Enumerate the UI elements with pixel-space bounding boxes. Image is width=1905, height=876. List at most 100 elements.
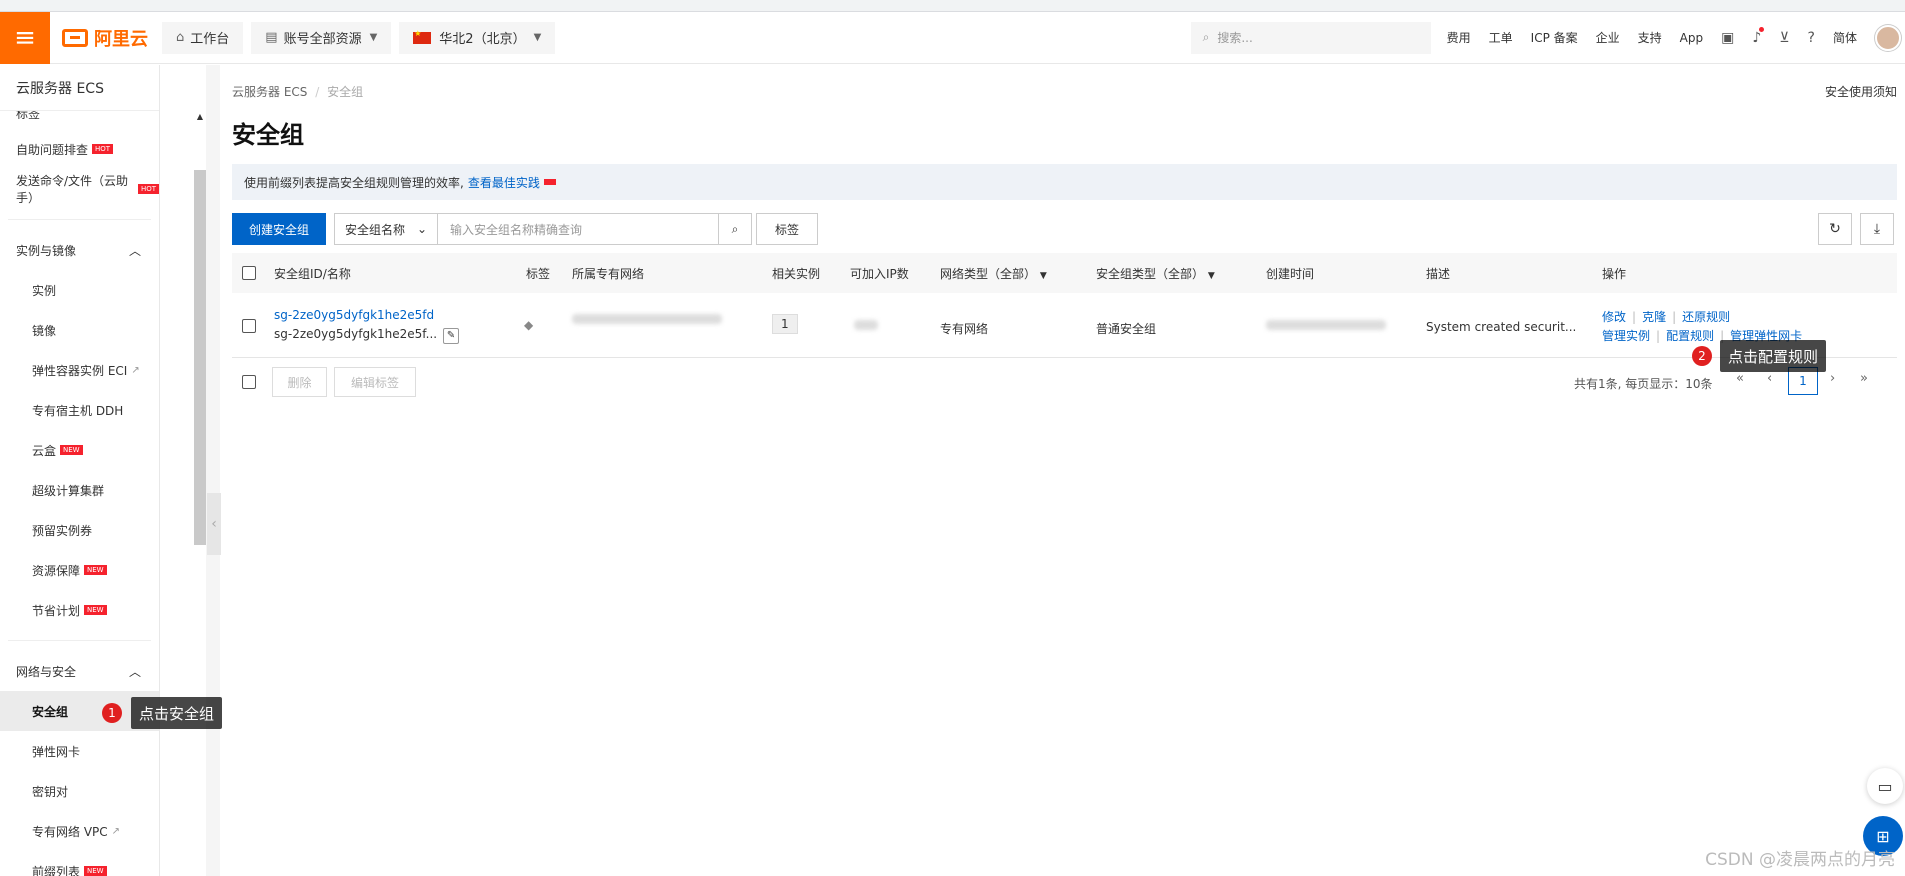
network-type-value: 专有网络	[940, 322, 989, 336]
create-security-group-button[interactable]: 创建安全组	[232, 213, 326, 245]
top-link-enterprise[interactable]: 企业	[1596, 29, 1620, 46]
last-page-icon[interactable]: »	[1860, 371, 1868, 386]
sidebar-item-ddh[interactable]: 专有宿主机 DDH	[0, 390, 159, 430]
global-search-input[interactable]: ⌕ 搜索...	[1190, 21, 1431, 54]
security-group-search-input[interactable]: 输入安全组名称精确查询	[437, 213, 719, 245]
filter-select-value: 安全组名称	[345, 222, 406, 237]
related-instances-count[interactable]: 1	[772, 314, 798, 334]
sidebar-item-super-computing[interactable]: 超级计算集群	[0, 470, 159, 510]
next-page-icon[interactable]: ›	[1830, 371, 1835, 386]
sidebar-item-label: 密钥对	[32, 784, 69, 799]
sidebar-item-cloud-box[interactable]: 云盒 NEW	[0, 430, 159, 470]
download-icon: ⤓	[1873, 221, 1881, 237]
col-header-vpc: 所属专有网络	[572, 266, 645, 281]
sidebar-item-label: 镜像	[32, 323, 57, 338]
sidebar-scrollbar[interactable]	[194, 170, 206, 545]
sidebar-item-vpc[interactable]: 专有网络 VPC ↗	[0, 811, 159, 851]
top-link-icp[interactable]: ICP 备案	[1531, 29, 1578, 46]
footer-select-checkbox[interactable]	[242, 375, 256, 389]
ip-count-redacted	[854, 320, 878, 330]
search-button[interactable]: ⌕	[718, 213, 752, 245]
new-mini-icon	[543, 179, 556, 185]
sidebar-item-label: 弹性网卡	[32, 744, 81, 759]
col-header-network-type[interactable]: 网络类型（全部） ▼	[940, 265, 1047, 282]
table-row: sg-2ze0yg5dyfgk1he2e5fd sg-2ze0yg5dyfgk1…	[232, 294, 1897, 358]
server-icon: ▤	[265, 30, 278, 45]
menu-icon[interactable]: ≡	[0, 11, 50, 64]
sidebar-group-network[interactable]: 网络与安全 ︿	[0, 651, 159, 691]
top-link-tickets[interactable]: 工单	[1489, 29, 1513, 46]
col-header-sg-type[interactable]: 安全组类型（全部） ▼	[1096, 265, 1215, 282]
export-button[interactable]: ⤓	[1860, 213, 1894, 245]
configure-rules-link[interactable]: 配置规则	[1666, 329, 1714, 343]
tag-filter-button[interactable]: 标签	[756, 213, 818, 245]
clone-link[interactable]: 克隆	[1642, 310, 1666, 324]
restore-rules-link[interactable]: 还原规则	[1682, 310, 1730, 324]
region-dropdown[interactable]: 华北2（北京） ▼	[399, 21, 556, 54]
sidebar-divider	[8, 640, 151, 641]
sidebar-item-instances[interactable]: 实例	[0, 270, 159, 310]
tag-icon[interactable]: ◆	[524, 318, 533, 332]
separator: |	[1632, 310, 1637, 324]
top-link-billing[interactable]: 费用	[1447, 29, 1471, 46]
chat-icon[interactable]: ▭	[1867, 768, 1903, 804]
edit-icon[interactable]: ✎	[443, 328, 460, 344]
breadcrumb-ecs[interactable]: 云服务器 ECS	[232, 85, 307, 99]
pager-summary: 共有1条, 每页显示：10条	[1574, 377, 1713, 391]
filter-select[interactable]: 安全组名称 ⌄	[334, 213, 438, 245]
edit-tags-button[interactable]: 编辑标签	[334, 367, 416, 397]
cart-icon[interactable]: ⊻	[1779, 30, 1789, 46]
sidebar-item-key-pairs[interactable]: 密钥对	[0, 771, 159, 811]
sidebar-item-reserved-instances[interactable]: 预留实例券	[0, 510, 159, 550]
terminal-icon[interactable]: ▣	[1721, 30, 1734, 46]
toolbar: 创建安全组 安全组名称 ⌄ 输入安全组名称精确查询 ⌕ 标签 ↻ ⤓	[232, 213, 1897, 245]
sidebar-item-prefix-list[interactable]: 前缀列表 NEW	[0, 851, 159, 876]
separator: |	[1656, 329, 1661, 343]
help-icon[interactable]: ?	[1808, 30, 1815, 46]
refresh-icon: ↻	[1829, 221, 1841, 237]
security-group-id-link[interactable]: sg-2ze0yg5dyfgk1he2e5fd	[274, 308, 434, 322]
language-switch[interactable]: 简体	[1833, 29, 1857, 46]
avatar[interactable]	[1875, 24, 1901, 51]
created-time-redacted	[1266, 320, 1386, 330]
aliyun-logo[interactable]: 阿里云	[62, 25, 148, 51]
sidebar-item-eci[interactable]: 弹性容器实例 ECI ↗	[0, 350, 159, 390]
col-header-description: 描述	[1426, 266, 1451, 281]
breadcrumb: 云服务器 ECS / 安全组	[232, 83, 363, 100]
sidebar-item-self-troubleshoot[interactable]: 自助问题排查 HOT	[0, 129, 159, 169]
chevron-down-icon: ▼	[533, 32, 542, 43]
sidebar-item-resource-guarantee[interactable]: 资源保障 NEW	[0, 550, 159, 590]
top-link-app[interactable]: App	[1680, 31, 1703, 45]
collapse-sidebar-button[interactable]: ‹	[207, 493, 221, 555]
manage-instances-link[interactable]: 管理实例	[1602, 329, 1650, 343]
workbench-button[interactable]: ⌂ 工作台	[162, 21, 244, 54]
account-resources-dropdown[interactable]: ▤ 账号全部资源 ▼	[251, 21, 392, 54]
sidebar-item-cloud-assistant[interactable]: 发送命令/文件（云助手） HOT	[0, 169, 159, 209]
usage-notice-link[interactable]: 安全使用须知	[1825, 83, 1897, 100]
col-header-tags: 标签	[526, 266, 551, 281]
first-page-icon[interactable]: «	[1736, 371, 1744, 386]
scroll-up-arrow-icon[interactable]: ▲	[194, 112, 206, 128]
modify-link[interactable]: 修改	[1602, 310, 1626, 324]
notification-dot	[1759, 26, 1765, 32]
select-all-checkbox[interactable]	[242, 266, 256, 280]
col-header-created: 创建时间	[1266, 266, 1315, 281]
row-actions-line1: 修改 | 克隆 | 还原规则	[1602, 308, 1730, 325]
sidebar-item-savings-plan[interactable]: 节省计划 NEW	[0, 590, 159, 630]
row-checkbox[interactable]	[242, 319, 256, 333]
sidebar-group-label: 网络与安全	[16, 664, 77, 679]
refresh-button[interactable]: ↻	[1818, 213, 1852, 245]
sidebar-item-images[interactable]: 镜像	[0, 310, 159, 350]
sidebar-item-label: 云盒	[32, 443, 57, 458]
top-link-support[interactable]: 支持	[1638, 29, 1662, 46]
prev-page-icon[interactable]: ‹	[1767, 371, 1772, 386]
best-practice-link[interactable]: 查看最佳实践	[468, 174, 540, 191]
delete-button[interactable]: 删除	[272, 367, 327, 397]
bell-icon[interactable]: ♪	[1752, 26, 1765, 46]
sidebar-item-eni[interactable]: 弹性网卡	[0, 731, 159, 771]
sidebar-item-tags-partial[interactable]: 标签	[0, 111, 159, 125]
sidebar-rail	[206, 65, 220, 876]
sidebar-group-instances[interactable]: 实例与镜像 ︿	[0, 230, 159, 270]
sg-type-value: 普通安全组	[1096, 322, 1157, 336]
external-link-icon: ↗	[131, 364, 140, 376]
